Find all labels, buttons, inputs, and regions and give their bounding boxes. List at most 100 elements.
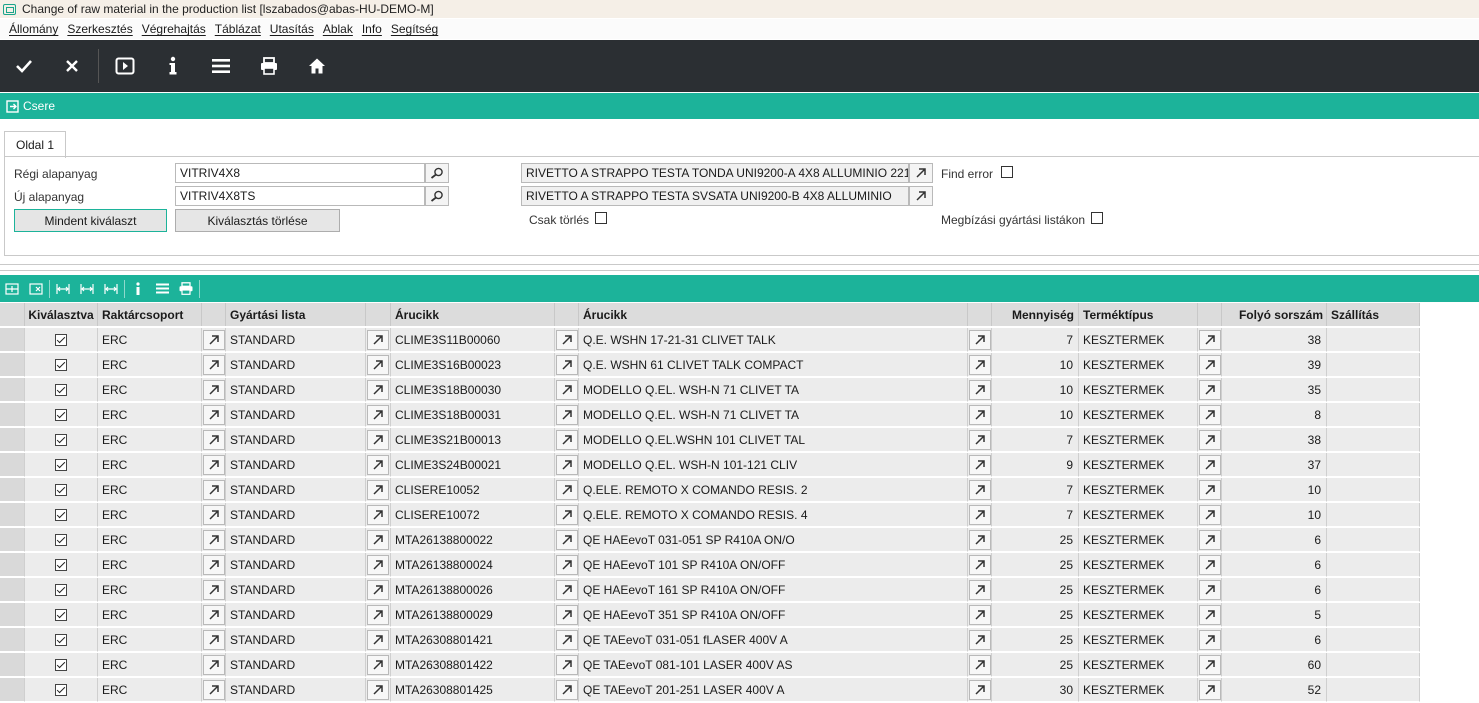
table-row[interactable]: ERC STANDARD CLISERE10052 Q.ELE. REMOTO X C…	[0, 478, 1420, 503]
open-link-button[interactable]	[203, 405, 225, 425]
find-error-checkbox[interactable]	[1001, 166, 1013, 178]
row-header[interactable]	[0, 528, 25, 552]
selected-cell[interactable]	[25, 328, 98, 352]
open-link-button[interactable]	[969, 455, 991, 475]
delivery-cell[interactable]	[1327, 678, 1420, 702]
delivery-cell[interactable]	[1327, 528, 1420, 552]
article-desc-cell[interactable]: MODELLO Q.EL. WSH-N 71 CLIVET TA	[579, 378, 968, 402]
production-list-cell[interactable]: STANDARD	[226, 478, 366, 502]
row-header[interactable]	[0, 628, 25, 652]
insert-row-icon[interactable]	[0, 275, 24, 302]
open-link-button[interactable]	[367, 580, 389, 600]
quantity-cell[interactable]: 7	[992, 328, 1079, 352]
sequence-cell[interactable]: 6	[1222, 553, 1327, 577]
quantity-cell[interactable]: 7	[992, 428, 1079, 452]
article-desc-cell[interactable]: MODELLO Q.EL. WSH-N 101-121 CLIV	[579, 453, 968, 477]
row-header[interactable]	[0, 478, 25, 502]
product-type-cell[interactable]: KESZTERMEK	[1079, 678, 1198, 702]
selected-checkbox[interactable]	[55, 533, 67, 546]
clear-selection-button[interactable]: Kiválasztás törlése	[175, 209, 340, 232]
article-desc-cell[interactable]: QE HAEevoT 351 SP R410A ON/OFF	[579, 603, 968, 627]
row-header[interactable]	[0, 403, 25, 427]
production-list-cell[interactable]: STANDARD	[226, 428, 366, 452]
article-code-cell[interactable]: CLIME3S24B00021	[391, 453, 555, 477]
table-row[interactable]: ERC STANDARD MTA26308801425 QE TAEevoT 201-…	[0, 678, 1420, 703]
menu-table[interactable]: Táblázat	[215, 22, 261, 36]
product-type-cell[interactable]: KESZTERMEK	[1079, 478, 1198, 502]
selected-checkbox[interactable]	[55, 608, 67, 621]
production-list-cell[interactable]: STANDARD	[226, 453, 366, 477]
article-desc-cell[interactable]: MODELLO Q.EL.WSHN 101 CLIVET TAL	[579, 428, 968, 452]
row-header[interactable]	[0, 678, 25, 702]
article-code-cell[interactable]: MTA26308801422	[391, 653, 555, 677]
sequence-cell[interactable]: 52	[1222, 678, 1327, 702]
article-code-cell[interactable]: CLISERE10052	[391, 478, 555, 502]
selected-checkbox[interactable]	[55, 333, 67, 346]
delivery-cell[interactable]	[1327, 653, 1420, 677]
only-delete-checkbox[interactable]	[595, 212, 607, 224]
selected-cell[interactable]	[25, 628, 98, 652]
delete-row-icon[interactable]	[24, 275, 48, 302]
selected-cell[interactable]	[25, 353, 98, 377]
product-type-cell[interactable]: KESZTERMEK	[1079, 428, 1198, 452]
article-code-cell[interactable]: MTA26308801421	[391, 628, 555, 652]
delivery-cell[interactable]	[1327, 603, 1420, 627]
open-link-button[interactable]	[1199, 530, 1221, 550]
open-link-button[interactable]	[367, 455, 389, 475]
row-header[interactable]	[0, 553, 25, 577]
delivery-cell[interactable]	[1327, 478, 1420, 502]
list-icon[interactable]	[197, 40, 245, 92]
open-link-button[interactable]	[969, 630, 991, 650]
open-link-button[interactable]	[556, 380, 578, 400]
header-delivery[interactable]: Szállítás	[1327, 303, 1420, 326]
open-link-button[interactable]	[1199, 355, 1221, 375]
selected-checkbox[interactable]	[55, 358, 67, 371]
new-material-search-button[interactable]	[425, 186, 449, 206]
header-article-desc[interactable]: Árucikk	[579, 303, 968, 326]
home-icon[interactable]	[293, 40, 341, 92]
open-link-button[interactable]	[367, 655, 389, 675]
open-link-button[interactable]	[367, 430, 389, 450]
selected-cell[interactable]	[25, 403, 98, 427]
open-link-button[interactable]	[1199, 330, 1221, 350]
open-link-button[interactable]	[969, 430, 991, 450]
table-row[interactable]: ERC STANDARD CLIME3S18B00031 MODELLO Q.EL. …	[0, 403, 1420, 428]
warehouse-group-cell[interactable]: ERC	[98, 378, 202, 402]
selected-checkbox[interactable]	[55, 483, 67, 496]
sequence-cell[interactable]: 38	[1222, 428, 1327, 452]
warehouse-group-cell[interactable]: ERC	[98, 578, 202, 602]
delivery-cell[interactable]	[1327, 578, 1420, 602]
open-link-button[interactable]	[367, 555, 389, 575]
table-row[interactable]: ERC STANDARD CLIME3S21B00013 MODELLO Q.EL.W…	[0, 428, 1420, 453]
product-type-cell[interactable]: KESZTERMEK	[1079, 453, 1198, 477]
product-type-cell[interactable]: KESZTERMEK	[1079, 503, 1198, 527]
open-link-button[interactable]	[969, 680, 991, 700]
production-list-cell[interactable]: STANDARD	[226, 503, 366, 527]
article-desc-cell[interactable]: QE TAEevoT 201-251 LASER 400V A	[579, 678, 968, 702]
article-desc-cell[interactable]: Q.E. WSHN 61 CLIVET TALK COMPACT	[579, 353, 968, 377]
warehouse-group-cell[interactable]: ERC	[98, 528, 202, 552]
menu-execute[interactable]: Végrehajtás	[142, 22, 206, 36]
warehouse-group-cell[interactable]: ERC	[98, 678, 202, 702]
table-row[interactable]: ERC STANDARD CLIME3S24B00021 MODELLO Q.EL. …	[0, 453, 1420, 478]
article-code-cell[interactable]: MTA26138800029	[391, 603, 555, 627]
quantity-cell[interactable]: 25	[992, 528, 1079, 552]
open-link-button[interactable]	[203, 330, 225, 350]
header-product-type[interactable]: Terméktípus	[1079, 303, 1198, 326]
product-type-cell[interactable]: KESZTERMEK	[1079, 328, 1198, 352]
selected-cell[interactable]	[25, 378, 98, 402]
open-link-button[interactable]	[1199, 605, 1221, 625]
selected-cell[interactable]	[25, 478, 98, 502]
table-row[interactable]: ERC STANDARD MTA26138800024 QE HAEevoT 101 …	[0, 553, 1420, 578]
open-link-button[interactable]	[203, 630, 225, 650]
production-list-cell[interactable]: STANDARD	[226, 378, 366, 402]
article-desc-cell[interactable]: Q.ELE. REMOTO X COMANDO RESIS. 2	[579, 478, 968, 502]
open-link-button[interactable]	[969, 505, 991, 525]
delivery-cell[interactable]	[1327, 378, 1420, 402]
article-desc-cell[interactable]: QE HAEevoT 031-051 SP R410A ON/O	[579, 528, 968, 552]
warehouse-group-cell[interactable]: ERC	[98, 653, 202, 677]
selected-cell[interactable]	[25, 528, 98, 552]
play-icon[interactable]	[101, 40, 149, 92]
open-link-button[interactable]	[556, 430, 578, 450]
selected-checkbox[interactable]	[55, 383, 67, 396]
